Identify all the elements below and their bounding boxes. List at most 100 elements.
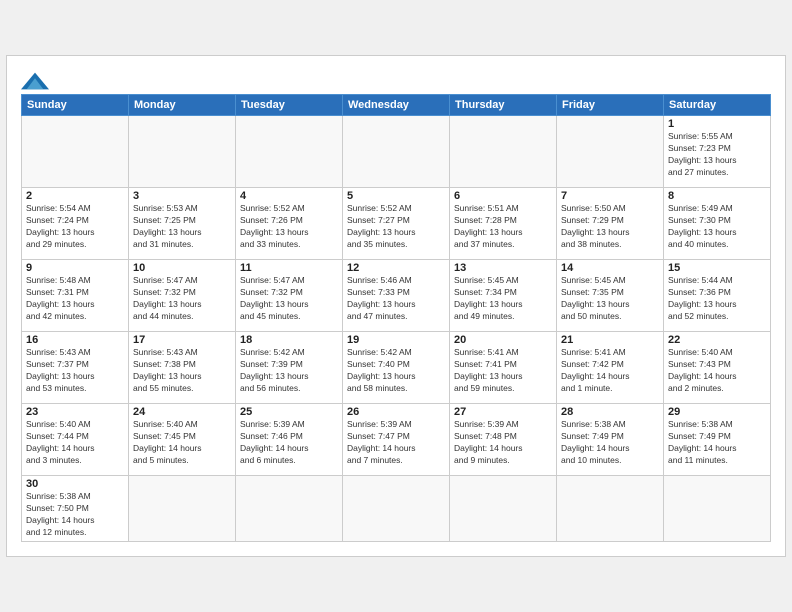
calendar-grid: SundayMondayTuesdayWednesdayThursdayFrid… [21, 94, 771, 542]
day-number: 9 [26, 262, 124, 274]
week-row-5: 30Sunrise: 5:38 AM Sunset: 7:50 PM Dayli… [22, 476, 771, 542]
day-number: 23 [26, 406, 124, 418]
day-number: 24 [133, 406, 231, 418]
day-info: Sunrise: 5:47 AM Sunset: 7:32 PM Dayligh… [133, 275, 231, 323]
day-info: Sunrise: 5:45 AM Sunset: 7:35 PM Dayligh… [561, 275, 659, 323]
day-number: 4 [240, 190, 338, 202]
day-info: Sunrise: 5:38 AM Sunset: 7:49 PM Dayligh… [668, 419, 766, 467]
calendar-cell: 16Sunrise: 5:43 AM Sunset: 7:37 PM Dayli… [22, 332, 129, 404]
day-number: 14 [561, 262, 659, 274]
weekday-header-saturday: Saturday [664, 95, 771, 116]
calendar-cell: 22Sunrise: 5:40 AM Sunset: 7:43 PM Dayli… [664, 332, 771, 404]
day-number: 28 [561, 406, 659, 418]
calendar-cell: 14Sunrise: 5:45 AM Sunset: 7:35 PM Dayli… [557, 260, 664, 332]
calendar-cell [664, 476, 771, 542]
calendar-cell: 17Sunrise: 5:43 AM Sunset: 7:38 PM Dayli… [129, 332, 236, 404]
day-number: 13 [454, 262, 552, 274]
calendar-cell: 26Sunrise: 5:39 AM Sunset: 7:47 PM Dayli… [343, 404, 450, 476]
calendar-cell: 11Sunrise: 5:47 AM Sunset: 7:32 PM Dayli… [236, 260, 343, 332]
weekday-header-thursday: Thursday [450, 95, 557, 116]
week-row-3: 16Sunrise: 5:43 AM Sunset: 7:37 PM Dayli… [22, 332, 771, 404]
calendar-cell: 6Sunrise: 5:51 AM Sunset: 7:28 PM Daylig… [450, 188, 557, 260]
calendar-cell: 4Sunrise: 5:52 AM Sunset: 7:26 PM Daylig… [236, 188, 343, 260]
calendar-container: SundayMondayTuesdayWednesdayThursdayFrid… [6, 55, 786, 557]
week-row-4: 23Sunrise: 5:40 AM Sunset: 7:44 PM Dayli… [22, 404, 771, 476]
week-row-0: 1Sunrise: 5:55 AM Sunset: 7:23 PM Daylig… [22, 116, 771, 188]
day-number: 21 [561, 334, 659, 346]
calendar-cell: 29Sunrise: 5:38 AM Sunset: 7:49 PM Dayli… [664, 404, 771, 476]
day-info: Sunrise: 5:38 AM Sunset: 7:49 PM Dayligh… [561, 419, 659, 467]
calendar-cell [343, 116, 450, 188]
header-section [21, 66, 771, 90]
calendar-cell [450, 116, 557, 188]
day-info: Sunrise: 5:48 AM Sunset: 7:31 PM Dayligh… [26, 275, 124, 323]
day-info: Sunrise: 5:41 AM Sunset: 7:42 PM Dayligh… [561, 347, 659, 395]
calendar-cell [236, 116, 343, 188]
day-number: 7 [561, 190, 659, 202]
calendar-cell [22, 116, 129, 188]
calendar-cell [343, 476, 450, 542]
logo-icon [21, 72, 49, 90]
day-info: Sunrise: 5:51 AM Sunset: 7:28 PM Dayligh… [454, 203, 552, 251]
calendar-cell: 18Sunrise: 5:42 AM Sunset: 7:39 PM Dayli… [236, 332, 343, 404]
week-row-1: 2Sunrise: 5:54 AM Sunset: 7:24 PM Daylig… [22, 188, 771, 260]
day-number: 15 [668, 262, 766, 274]
day-info: Sunrise: 5:41 AM Sunset: 7:41 PM Dayligh… [454, 347, 552, 395]
day-number: 30 [26, 478, 124, 490]
calendar-cell: 7Sunrise: 5:50 AM Sunset: 7:29 PM Daylig… [557, 188, 664, 260]
day-info: Sunrise: 5:49 AM Sunset: 7:30 PM Dayligh… [668, 203, 766, 251]
week-row-2: 9Sunrise: 5:48 AM Sunset: 7:31 PM Daylig… [22, 260, 771, 332]
weekday-header-friday: Friday [557, 95, 664, 116]
day-info: Sunrise: 5:52 AM Sunset: 7:27 PM Dayligh… [347, 203, 445, 251]
weekday-header-sunday: Sunday [22, 95, 129, 116]
day-number: 12 [347, 262, 445, 274]
calendar-cell [450, 476, 557, 542]
day-number: 20 [454, 334, 552, 346]
calendar-cell: 2Sunrise: 5:54 AM Sunset: 7:24 PM Daylig… [22, 188, 129, 260]
day-info: Sunrise: 5:44 AM Sunset: 7:36 PM Dayligh… [668, 275, 766, 323]
day-number: 16 [26, 334, 124, 346]
day-number: 17 [133, 334, 231, 346]
day-info: Sunrise: 5:39 AM Sunset: 7:46 PM Dayligh… [240, 419, 338, 467]
day-info: Sunrise: 5:42 AM Sunset: 7:39 PM Dayligh… [240, 347, 338, 395]
day-number: 19 [347, 334, 445, 346]
calendar-cell: 23Sunrise: 5:40 AM Sunset: 7:44 PM Dayli… [22, 404, 129, 476]
day-info: Sunrise: 5:38 AM Sunset: 7:50 PM Dayligh… [26, 491, 124, 539]
day-info: Sunrise: 5:45 AM Sunset: 7:34 PM Dayligh… [454, 275, 552, 323]
calendar-cell: 5Sunrise: 5:52 AM Sunset: 7:27 PM Daylig… [343, 188, 450, 260]
day-number: 11 [240, 262, 338, 274]
weekday-header-monday: Monday [129, 95, 236, 116]
day-number: 27 [454, 406, 552, 418]
weekday-header-wednesday: Wednesday [343, 95, 450, 116]
calendar-cell: 13Sunrise: 5:45 AM Sunset: 7:34 PM Dayli… [450, 260, 557, 332]
day-info: Sunrise: 5:47 AM Sunset: 7:32 PM Dayligh… [240, 275, 338, 323]
calendar-cell: 1Sunrise: 5:55 AM Sunset: 7:23 PM Daylig… [664, 116, 771, 188]
day-info: Sunrise: 5:52 AM Sunset: 7:26 PM Dayligh… [240, 203, 338, 251]
day-info: Sunrise: 5:40 AM Sunset: 7:43 PM Dayligh… [668, 347, 766, 395]
day-number: 18 [240, 334, 338, 346]
day-number: 3 [133, 190, 231, 202]
day-number: 5 [347, 190, 445, 202]
calendar-cell: 27Sunrise: 5:39 AM Sunset: 7:48 PM Dayli… [450, 404, 557, 476]
calendar-cell: 12Sunrise: 5:46 AM Sunset: 7:33 PM Dayli… [343, 260, 450, 332]
day-info: Sunrise: 5:53 AM Sunset: 7:25 PM Dayligh… [133, 203, 231, 251]
calendar-cell [129, 116, 236, 188]
day-number: 10 [133, 262, 231, 274]
day-info: Sunrise: 5:43 AM Sunset: 7:37 PM Dayligh… [26, 347, 124, 395]
day-number: 6 [454, 190, 552, 202]
calendar-cell: 28Sunrise: 5:38 AM Sunset: 7:49 PM Dayli… [557, 404, 664, 476]
day-number: 2 [26, 190, 124, 202]
calendar-cell [129, 476, 236, 542]
day-info: Sunrise: 5:40 AM Sunset: 7:44 PM Dayligh… [26, 419, 124, 467]
calendar-cell: 30Sunrise: 5:38 AM Sunset: 7:50 PM Dayli… [22, 476, 129, 542]
calendar-cell: 9Sunrise: 5:48 AM Sunset: 7:31 PM Daylig… [22, 260, 129, 332]
calendar-cell [236, 476, 343, 542]
calendar-cell: 15Sunrise: 5:44 AM Sunset: 7:36 PM Dayli… [664, 260, 771, 332]
weekday-header-tuesday: Tuesday [236, 95, 343, 116]
day-info: Sunrise: 5:39 AM Sunset: 7:47 PM Dayligh… [347, 419, 445, 467]
day-number: 26 [347, 406, 445, 418]
calendar-cell: 21Sunrise: 5:41 AM Sunset: 7:42 PM Dayli… [557, 332, 664, 404]
day-number: 1 [668, 118, 766, 130]
logo-area [21, 66, 49, 90]
day-info: Sunrise: 5:40 AM Sunset: 7:45 PM Dayligh… [133, 419, 231, 467]
